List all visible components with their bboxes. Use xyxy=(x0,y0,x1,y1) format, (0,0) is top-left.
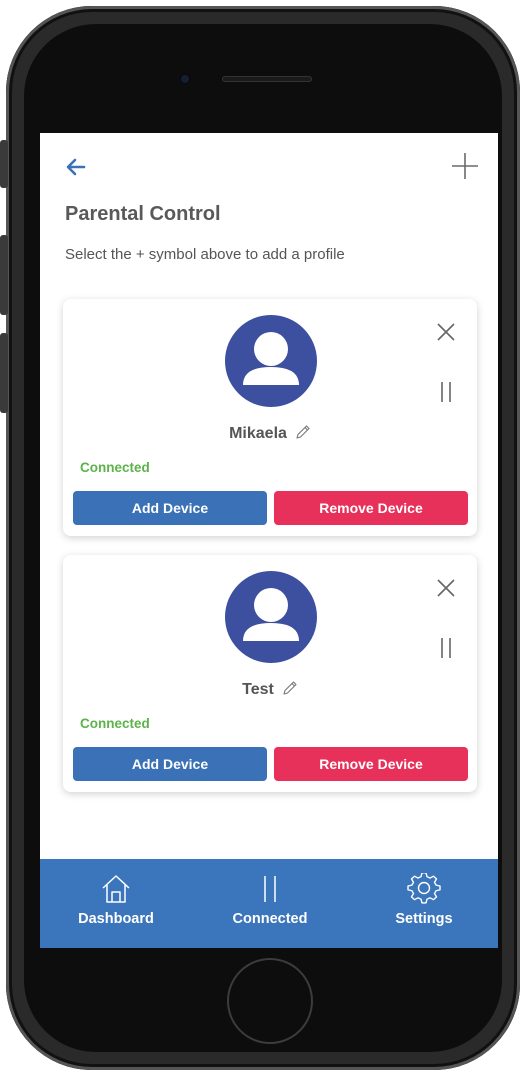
close-icon[interactable] xyxy=(435,577,457,599)
home-icon xyxy=(102,875,130,903)
arrow-left-icon[interactable] xyxy=(64,155,88,179)
status-label: Connected xyxy=(80,716,150,731)
pencil-icon[interactable] xyxy=(282,680,298,696)
home-button[interactable] xyxy=(227,958,313,1044)
pause-icon[interactable] xyxy=(439,637,453,659)
gear-icon xyxy=(407,873,441,904)
volume-up-button xyxy=(0,235,8,315)
volume-down-button xyxy=(0,333,8,413)
user-icon xyxy=(243,332,299,385)
nav-item-dashboard[interactable]: Dashboard xyxy=(51,873,181,927)
earpiece-speaker xyxy=(222,76,312,82)
page-title: Parental Control xyxy=(65,203,221,225)
remove-device-button[interactable]: Remove Device xyxy=(274,491,468,525)
profile-name: Test xyxy=(242,681,274,698)
avatar[interactable] xyxy=(225,571,317,663)
pause-icon[interactable] xyxy=(439,381,453,403)
profile-name-row: Test xyxy=(63,680,477,699)
nav-label: Settings xyxy=(395,911,453,927)
profile-name-row: Mikaela xyxy=(63,424,477,443)
add-device-button[interactable]: Add Device xyxy=(73,491,267,525)
remove-device-button[interactable]: Remove Device xyxy=(274,747,468,781)
profile-card: Mikaela Connected Add Device Remove Devi… xyxy=(63,299,477,536)
nav-label: Dashboard xyxy=(78,911,154,927)
status-label: Connected xyxy=(80,460,150,475)
profile-name: Mikaela xyxy=(229,425,287,442)
front-camera xyxy=(179,73,191,85)
app-screen: Parental Control Select the + symbol abo… xyxy=(40,133,498,948)
nav-label: Connected xyxy=(232,911,308,927)
avatar[interactable] xyxy=(225,315,317,407)
nav-item-connected[interactable]: Connected xyxy=(205,873,335,927)
mute-switch xyxy=(0,140,8,188)
pause-icon xyxy=(264,876,276,902)
page-subtitle: Select the + symbol above to add a profi… xyxy=(65,246,345,263)
plus-icon[interactable] xyxy=(450,151,480,181)
close-icon[interactable] xyxy=(435,321,457,343)
nav-item-settings[interactable]: Settings xyxy=(359,873,489,927)
bottom-nav: Dashboard Connected Settings xyxy=(40,859,498,948)
profile-card: Test Connected Add Device Remove Device xyxy=(63,555,477,792)
user-icon xyxy=(243,588,299,641)
pencil-icon[interactable] xyxy=(295,424,311,440)
add-device-button[interactable]: Add Device xyxy=(73,747,267,781)
